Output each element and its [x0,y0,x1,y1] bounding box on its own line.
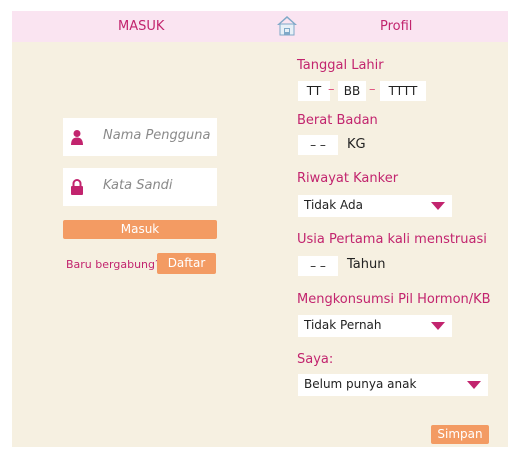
date-separator-2: – [369,82,376,97]
top-bar: MASUK Profil [12,11,508,42]
lock-icon [71,179,83,195]
year-input[interactable]: TTTT [380,81,426,101]
hormone-pill-value: Tidak Pernah [304,318,382,332]
password-field[interactable]: Kata Sandi [63,168,217,206]
month-input[interactable]: BB [338,81,366,101]
day-input[interactable]: TT [298,81,330,101]
tab-masuk[interactable]: MASUK [118,11,164,42]
weight-label: Berat Badan [297,113,378,128]
menarche-input[interactable]: – – [298,256,338,276]
hormone-pill-select[interactable]: Tidak Pernah [298,315,452,337]
self-value: Belum punya anak [304,377,417,391]
chevron-down-icon [431,322,445,330]
cancer-history-value: Tidak Ada [304,198,363,212]
new-user-text: Baru bergabung? [66,258,161,271]
self-label: Saya: [297,352,334,367]
weight-unit: KG [347,137,366,152]
date-separator-1: – [328,82,335,97]
cancer-history-select[interactable]: Tidak Ada [298,195,452,217]
login-button[interactable]: Masuk [63,220,217,239]
weight-input[interactable]: – – [298,135,338,155]
save-button[interactable]: Simpan [431,425,489,444]
birthdate-label: Tanggal Lahir [297,58,384,73]
tab-profil[interactable]: Profil [380,11,412,42]
username-field[interactable]: Nama Pengguna [63,118,217,156]
hormone-pill-label: Mengkonsumsi Pil Hormon/KB [297,292,491,307]
password-placeholder: Kata Sandi [103,178,173,193]
chevron-down-icon [431,202,445,210]
user-icon [71,130,83,145]
self-select[interactable]: Belum punya anak [298,374,488,396]
menarche-label: Usia Pertama kali menstruasi [297,232,487,247]
home-icon[interactable] [276,14,298,36]
chevron-down-icon [467,381,481,389]
register-button[interactable]: Daftar [157,253,216,274]
cancer-history-label: Riwayat Kanker [297,171,399,186]
username-placeholder: Nama Pengguna [103,128,211,143]
menarche-unit: Tahun [347,257,386,272]
